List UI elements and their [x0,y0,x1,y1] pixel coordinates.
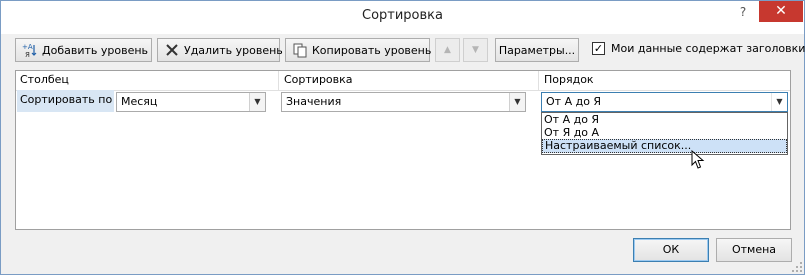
column-select[interactable]: Месяц ▼ [116,92,266,112]
headers-checkbox-group: ✓ Мои данные содержат заголовки [592,42,805,55]
copy-level-label: Копировать уровень [312,43,432,57]
column-header-column: Столбец [20,73,69,86]
order-select[interactable]: От А до Я ▼ [541,92,788,112]
grid-header: Столбец Сортировка Порядок [16,71,790,91]
delete-level-button[interactable]: Удалить уровень [157,38,283,62]
options-button[interactable]: Параметры... [495,38,579,62]
header-divider [538,71,539,91]
mouse-cursor-icon [691,150,705,169]
title-bar: Сортировка ? ✕ [1,1,804,34]
move-up-button[interactable]: ▲ [435,38,460,62]
svg-text:+A: +A [22,43,33,51]
resize-grip-icon[interactable] [791,261,803,273]
close-button[interactable]: ✕ [759,1,803,22]
chevron-down-icon[interactable]: ▼ [509,93,525,111]
add-level-button[interactable]: +A Я Добавить уровень [15,38,152,62]
move-up-icon: ▲ [444,45,451,55]
svg-text:Я: Я [25,51,30,58]
sort-on-select-value: Значения [286,95,342,108]
move-down-icon: ▼ [472,45,479,55]
cancel-button[interactable]: Отмена [716,238,792,262]
column-select-value: Месяц [121,95,158,108]
headers-checkbox-label: Мои данные содержат заголовки [611,42,805,55]
toolbar: +A Я Добавить уровень Удалить уровень Ко… [15,38,805,64]
move-down-button[interactable]: ▼ [463,38,488,62]
order-dropdown-list: От А до Я От Я до А Настраиваемый список… [541,112,788,155]
sort-by-row-label[interactable]: Сортировать по [17,90,114,112]
delete-level-label: Удалить уровень [184,43,283,57]
ok-button[interactable]: ОК [633,238,709,262]
chevron-down-icon[interactable]: ▼ [771,93,787,111]
sort-levels-grid: Столбец Сортировка Порядок Сортировать п… [15,70,791,230]
sort-dialog: Сортировка ? ✕ +A Я Добавить уровень Уда… [0,0,805,275]
order-option-custom-list[interactable]: Настраиваемый список... [542,139,787,153]
order-option[interactable]: От Я до А [542,126,787,139]
headers-checkbox[interactable]: ✓ [592,42,605,55]
delete-icon [164,42,180,58]
order-select-value: От А до Я [546,95,602,108]
column-header-order: Порядок [544,73,594,86]
column-header-sort-on: Сортировка [284,73,353,86]
header-divider [278,71,279,91]
sort-on-select[interactable]: Значения ▼ [281,92,526,112]
dialog-title: Сортировка [362,8,443,23]
chevron-down-icon[interactable]: ▼ [249,93,265,111]
help-button[interactable]: ? [736,5,750,21]
add-level-label: Добавить уровень [42,43,149,57]
add-level-icon: +A Я [22,42,38,59]
copy-icon [292,42,308,58]
copy-level-button[interactable]: Копировать уровень [285,38,432,62]
order-option[interactable]: От А до Я [542,113,787,126]
options-label: Параметры... [498,43,576,57]
